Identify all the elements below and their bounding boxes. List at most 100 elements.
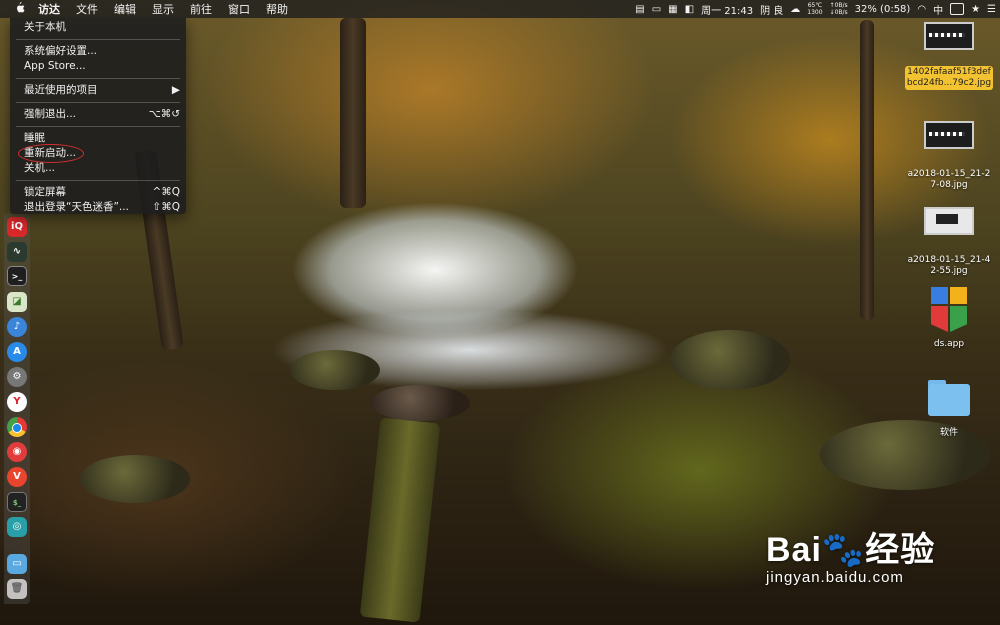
dock-app-music-icon[interactable]: ◉ bbox=[7, 442, 27, 462]
menu-finder[interactable]: 访达 bbox=[30, 1, 68, 17]
menu-item-recent-label: 最近使用的项目 bbox=[24, 84, 98, 96]
weather-text[interactable]: 阴 良 bbox=[760, 2, 783, 17]
paw-icon: 🐾 bbox=[821, 531, 866, 569]
watermark-logo: Bai🐾经验 bbox=[766, 522, 935, 571]
desktop-file-3[interactable]: a2018-01-15_21-4 2-55.jpg bbox=[900, 207, 998, 277]
file-label: a2018-01-15_21-4 2-55.jpg bbox=[900, 255, 998, 277]
wifi-icon[interactable]: ◠ bbox=[917, 4, 926, 15]
menu-item-recent[interactable]: 最近使用的项目 ▶ bbox=[10, 83, 186, 98]
menu-item-shutdown[interactable]: 关机... bbox=[10, 161, 186, 176]
desktop-file-2[interactable]: a2018-01-15_21-2 7-08.jpg bbox=[900, 121, 998, 191]
menu-item-force-quit[interactable]: 强制退出... ⌥⌘↺ bbox=[10, 107, 186, 122]
temp-bottom: 1300 bbox=[807, 9, 823, 16]
watermark-logo-text: Bai bbox=[766, 531, 822, 569]
dock-app-yandex-icon[interactable]: Y bbox=[7, 392, 27, 412]
dock-trash-icon[interactable]: 🗑 bbox=[7, 579, 27, 599]
dock-app-settings-icon[interactable]: ⚙ bbox=[7, 367, 27, 387]
rock bbox=[370, 385, 470, 421]
display-icon[interactable]: ▭ bbox=[652, 4, 661, 15]
dock-app-vivaldi-icon[interactable]: V bbox=[7, 467, 27, 487]
dock-app-console-icon[interactable]: $_ bbox=[7, 492, 27, 512]
chrome-center-dot bbox=[12, 423, 22, 433]
file-label-line2: 7-08.jpg bbox=[930, 180, 968, 190]
menu-file[interactable]: 文件 bbox=[68, 1, 106, 17]
notification-icon[interactable]: ▤ bbox=[635, 4, 644, 15]
list-icon[interactable]: ☰ bbox=[987, 4, 996, 15]
menu-item-prefs-label: 系统偏好设置... bbox=[24, 45, 98, 57]
menu-item-prefs[interactable]: 系统偏好设置... bbox=[10, 44, 186, 59]
input-method-icon[interactable]: 中 bbox=[933, 2, 943, 17]
menu-separator bbox=[16, 39, 180, 40]
desktop-folder-software[interactable]: 软件 bbox=[900, 378, 998, 439]
clock-text[interactable]: 周一 21:43 bbox=[701, 2, 753, 17]
dock: iQ ∿ >_ ◪ ♪ A ⚙ Y ◉ V $_ ◎ ▭ 🗑 bbox=[4, 214, 30, 604]
watermark-url: jingyan.baidu.com bbox=[766, 569, 904, 586]
menu-item-logout-label: 退出登录“天色迷香”... bbox=[24, 201, 129, 213]
desktop-file-1[interactable]: 1402fafaaf51f3def bcd24fb...79c2.jpg bbox=[900, 22, 998, 90]
grid-icon[interactable]: ▦ bbox=[668, 4, 677, 15]
menu-item-lock[interactable]: 锁定屏幕 ^⌘Q bbox=[10, 185, 186, 200]
dock-app-siri-icon[interactable]: ♪ bbox=[7, 317, 27, 337]
file-label-line2: 2-55.jpg bbox=[930, 266, 968, 276]
menu-item-appstore[interactable]: App Store... bbox=[10, 59, 186, 74]
dock-app-iqiyi-icon[interactable]: iQ bbox=[7, 217, 27, 237]
file-label-line1: a2018-01-15_21-4 bbox=[907, 255, 991, 265]
desktop-app-ds[interactable]: ds.app bbox=[900, 285, 998, 350]
status-area: ▤ ▭ ▦ ◧ 周一 21:43 阴 良 ☁ 65℃ 1300 ↑0B/s ↓0… bbox=[635, 0, 996, 18]
cloud-icon[interactable]: ☁ bbox=[790, 4, 800, 15]
dock-app-activity-icon[interactable]: ∿ bbox=[7, 242, 27, 262]
network-speed[interactable]: ↑0B/s ↓0B/s bbox=[830, 2, 848, 16]
menu-item-restart[interactable]: 重新启动... bbox=[10, 144, 186, 163]
dock-app-preview-icon[interactable]: ◪ bbox=[7, 292, 27, 312]
folder-label: 软件 bbox=[939, 428, 958, 438]
ds-app-icon bbox=[929, 285, 969, 333]
mossy-rock bbox=[670, 330, 790, 390]
apple-menu-icon[interactable] bbox=[0, 1, 30, 17]
app-label: ds.app bbox=[933, 339, 965, 349]
menu-window[interactable]: 窗口 bbox=[220, 1, 258, 17]
folder-icon bbox=[926, 378, 972, 418]
baidu-watermark: Bai🐾经验 jingyan.baidu.com bbox=[766, 522, 935, 586]
dock-app-folder-icon[interactable]: ▭ bbox=[7, 554, 27, 574]
apple-menu-dropdown: 关于本机 系统偏好设置... App Store... 最近使用的项目 ▶ 强制… bbox=[10, 18, 186, 214]
tree-trunk bbox=[860, 20, 874, 320]
menu-separator bbox=[16, 78, 180, 79]
menu-item-sleep[interactable]: 睡眠 bbox=[10, 131, 186, 146]
menu-item-lock-label: 锁定屏幕 bbox=[24, 186, 66, 198]
battery-text[interactable]: 32% (0:58) bbox=[855, 4, 911, 15]
dock-app-chat-icon[interactable]: ◎ bbox=[7, 517, 27, 537]
menu-help[interactable]: 帮助 bbox=[258, 1, 296, 17]
menu-item-logout[interactable]: 退出登录“天色迷香”... ⇧⌘Q bbox=[10, 200, 186, 215]
thumbnail-strip bbox=[929, 33, 965, 37]
menu-item-about-label: 关于本机 bbox=[24, 21, 66, 33]
menu-edit[interactable]: 编辑 bbox=[106, 1, 144, 17]
mossy-rock bbox=[80, 455, 190, 503]
dock-app-terminal-icon[interactable]: >_ bbox=[7, 266, 27, 286]
menu-bar: 访达 文件 编辑 显示 前往 窗口 帮助 ▤ ▭ ▦ ◧ 周一 21:43 阴 … bbox=[0, 0, 1000, 18]
file-label: a2018-01-15_21-2 7-08.jpg bbox=[900, 169, 998, 191]
dock-app-appstore-icon[interactable]: A bbox=[7, 342, 27, 362]
menu-separator bbox=[16, 126, 180, 127]
ds-icon-green bbox=[950, 306, 967, 332]
file-label-line1: a2018-01-15_21-2 bbox=[907, 169, 991, 179]
menu-item-about[interactable]: 关于本机 bbox=[10, 20, 186, 35]
image-thumbnail-icon bbox=[924, 121, 974, 149]
lock-shortcut: ^⌘Q bbox=[152, 186, 180, 198]
thumbnail-strip bbox=[929, 132, 965, 136]
mossy-rock bbox=[290, 350, 380, 390]
menu-separator bbox=[16, 180, 180, 181]
menu-go[interactable]: 前往 bbox=[182, 1, 220, 17]
fallen-log bbox=[359, 417, 441, 623]
ds-icon-yellow bbox=[950, 287, 967, 304]
thumbnail-window bbox=[936, 214, 958, 224]
window-icon[interactable]: ◧ bbox=[685, 4, 694, 15]
menu-item-appstore-label: App Store... bbox=[24, 60, 86, 72]
dock-app-chrome-icon[interactable] bbox=[7, 417, 27, 437]
menu-view[interactable]: 显示 bbox=[144, 1, 182, 17]
submenu-arrow-icon: ▶ bbox=[171, 84, 180, 96]
temperature-readout[interactable]: 65℃ 1300 bbox=[807, 2, 822, 16]
file-label-line2: bcd24fb...79c2.jpg bbox=[906, 78, 992, 88]
spotlight-star-icon[interactable]: ★ bbox=[971, 4, 980, 15]
app-icon[interactable] bbox=[950, 3, 965, 15]
menu-item-restart-label: 重新启动... bbox=[24, 147, 77, 159]
